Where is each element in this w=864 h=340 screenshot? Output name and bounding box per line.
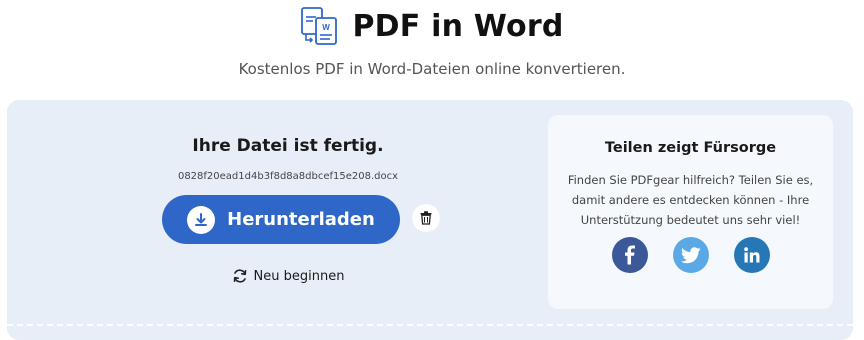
pdf-to-word-icon: W	[301, 7, 338, 45]
title-row: W PDF in Word	[0, 6, 864, 46]
ready-heading: Ihre Datei ist fertig.	[192, 136, 384, 156]
svg-text:W: W	[323, 23, 331, 32]
restart-button[interactable]: Neu beginnen	[7, 268, 569, 284]
delete-button[interactable]	[412, 204, 440, 232]
trash-icon	[420, 211, 432, 225]
social-buttons	[548, 237, 833, 273]
dashed-divider	[7, 324, 853, 326]
page-title: PDF in Word	[352, 8, 564, 44]
twitter-icon	[680, 246, 701, 263]
page-subtitle: Kostenlos PDF in Word-Dateien online kon…	[238, 60, 626, 78]
result-panel: Ihre Datei ist fertig. 0828f20ead1d4b3f8…	[7, 100, 853, 340]
twitter-share-button[interactable]	[672, 237, 709, 273]
share-title: Teilen zeigt Fürsorge	[604, 140, 777, 156]
download-label: Herunterladen	[227, 209, 375, 230]
output-filename: 0828f20ead1d4b3f8d8a8dbcef15e208.docx	[177, 171, 399, 182]
conversion-result: Ihre Datei ist fertig. 0828f20ead1d4b3f8…	[7, 100, 569, 340]
linkedin-share-button[interactable]	[733, 237, 770, 273]
download-button[interactable]: Herunterladen	[162, 195, 400, 244]
facebook-icon	[624, 245, 635, 265]
page-header: W PDF in Word Kostenlos PDF in Word-Date…	[0, 0, 864, 100]
facebook-share-button[interactable]	[611, 237, 648, 273]
download-icon	[187, 205, 216, 234]
refresh-icon	[233, 269, 246, 283]
share-card: Teilen zeigt Fürsorge Finden Sie PDFgear…	[548, 115, 833, 309]
restart-label: Neu beginnen	[253, 268, 345, 284]
share-text: Finden Sie PDFgear hilfreich? Teilen Sie…	[567, 173, 814, 227]
linkedin-icon	[743, 247, 759, 263]
